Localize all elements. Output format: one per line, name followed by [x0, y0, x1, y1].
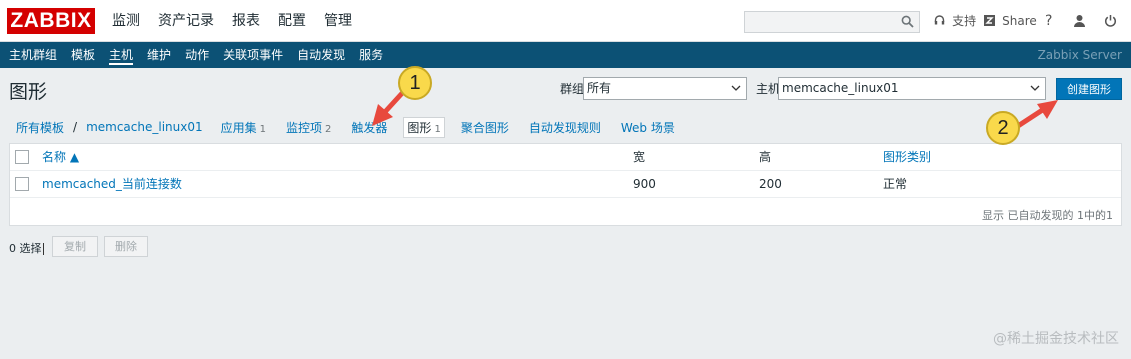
annotation-arrows — [372, 87, 1058, 129]
arrow-2 — [1015, 100, 1058, 129]
site-watermark: @稀土掘金技术社区 — [993, 331, 1119, 347]
arrow-1 — [372, 87, 408, 126]
annotation-callout-2: 2 — [986, 111, 1020, 145]
annotation-callout-1: 1 — [398, 66, 432, 100]
